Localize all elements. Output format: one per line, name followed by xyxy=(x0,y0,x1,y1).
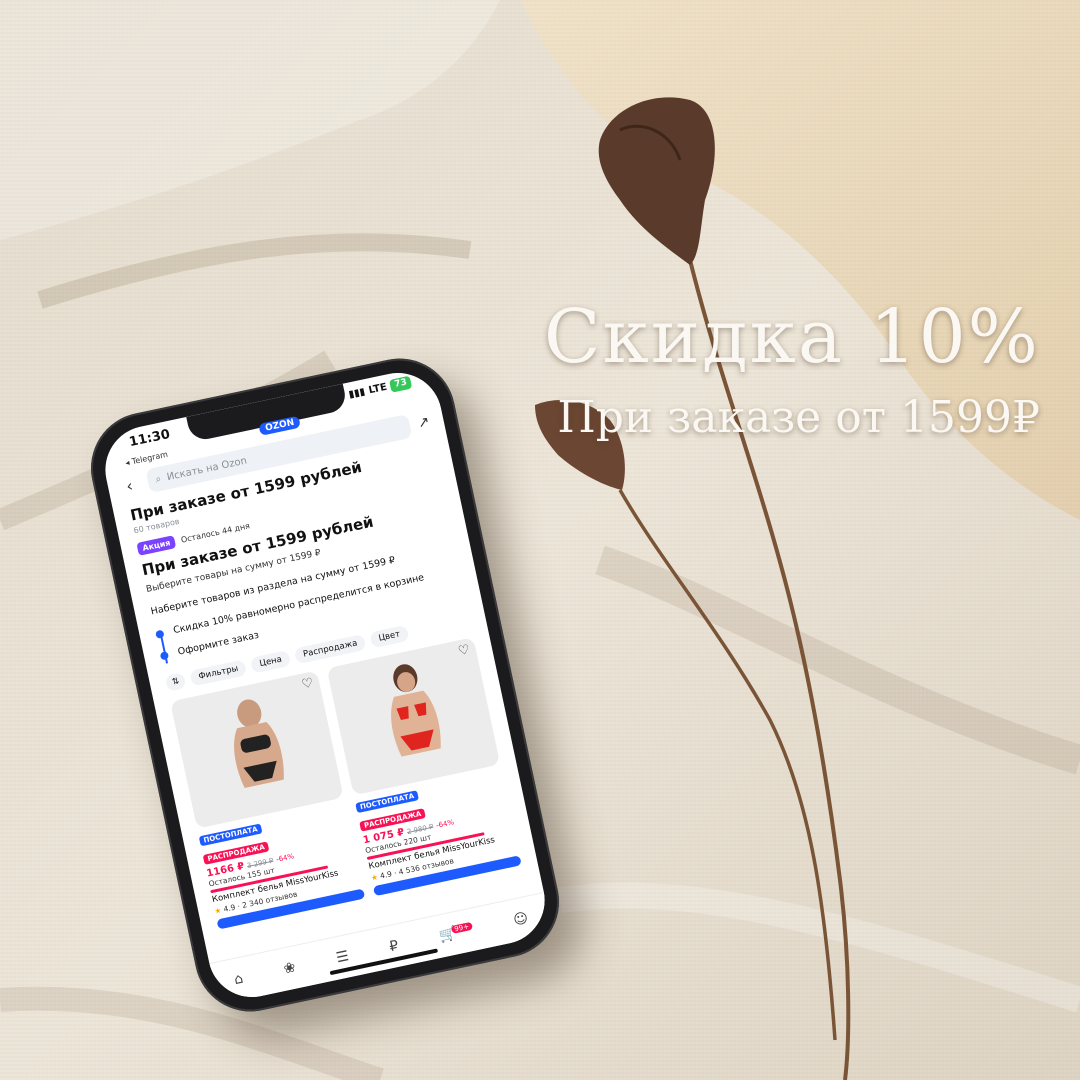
home-icon[interactable]: ⌂ xyxy=(233,971,245,988)
star-icon: ★ xyxy=(213,905,223,916)
product-image: ♡ xyxy=(326,637,501,796)
step-dot xyxy=(159,651,170,661)
step-dot xyxy=(155,629,165,639)
network-label: LTE xyxy=(367,381,389,397)
cart-count: 99+ xyxy=(450,921,473,934)
battery-icon: 73 xyxy=(389,375,413,393)
star-icon: ★ xyxy=(370,872,379,883)
chip-filters[interactable]: Фильтры xyxy=(189,659,248,687)
promo-headline: Скидка 10% При заказе от 1599₽ xyxy=(544,300,1040,440)
promo-subtitle: При заказе от 1599₽ xyxy=(557,392,1040,443)
product-image: ♡ xyxy=(170,670,344,829)
postpay-tag: ПОСТОПЛАТА xyxy=(355,790,419,814)
back-arrow-icon[interactable]: ‹ xyxy=(124,474,142,495)
status-time: 11:30 xyxy=(127,426,172,451)
fresh-icon[interactable]: ❀ xyxy=(282,959,297,977)
chip-color[interactable]: Цвет xyxy=(369,624,410,649)
promo-title: Скидка 10% xyxy=(543,294,1040,380)
promo-badge: Акция xyxy=(136,535,177,556)
profile-icon[interactable]: ☺ xyxy=(512,910,530,929)
catalog-icon[interactable]: ☰ xyxy=(335,948,351,966)
rating-value: 4.9 xyxy=(222,902,237,914)
share-icon[interactable]: ↗ xyxy=(416,414,431,432)
sort-icon[interactable]: ⇅ xyxy=(164,672,187,692)
search-placeholder: Искать на Ozon xyxy=(165,454,248,483)
cart-icon[interactable]: 🛒99+ xyxy=(438,921,475,945)
status-indicators: ▮▮▮ LTE 73 xyxy=(347,375,413,402)
chip-price[interactable]: Цена xyxy=(250,649,292,674)
postpay-tag: ПОСТОПЛАТА xyxy=(198,823,263,847)
search-icon: ⌕ xyxy=(154,473,163,486)
ruble-icon[interactable]: ₽ xyxy=(388,938,400,956)
rating-value: 4.9 xyxy=(379,869,393,881)
signal-icon: ▮▮▮ xyxy=(347,386,367,401)
